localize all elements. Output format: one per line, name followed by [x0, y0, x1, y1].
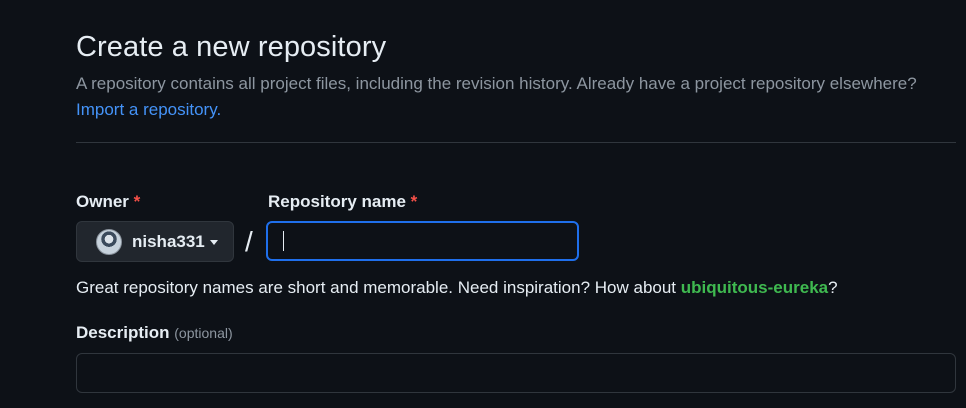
owner-required-marker: * — [133, 192, 141, 211]
owner-label-text: Owner — [76, 192, 129, 211]
user-avatar-icon — [96, 228, 122, 255]
name-suggestion-hint: Great repository names are short and mem… — [76, 278, 838, 298]
create-repository-page: Create a new repository A repository con… — [0, 0, 966, 408]
owner-name: nisha331 — [132, 231, 205, 251]
repository-name-required-marker: * — [410, 192, 418, 211]
repository-name-label: Repository name * — [268, 192, 417, 212]
repository-name-label-text: Repository name — [268, 192, 406, 211]
caret-down-icon — [209, 240, 218, 245]
description-label: Description (optional) — [76, 323, 233, 343]
description-input[interactable] — [76, 353, 956, 393]
hint-text: Great repository names are short and mem… — [76, 278, 681, 297]
import-repository-link[interactable]: Import a repository. — [76, 100, 221, 120]
suggested-name-link[interactable]: ubiquitous-eureka — [681, 278, 828, 297]
page-title: Create a new repository — [76, 31, 387, 63]
description-label-text: Description — [76, 323, 170, 342]
owner-label: Owner * — [76, 192, 140, 212]
owner-dropdown-button[interactable]: nisha331 — [76, 221, 234, 262]
page-subtitle: A repository contains all project files,… — [76, 74, 917, 93]
repository-name-input[interactable] — [266, 221, 579, 261]
owner-repo-separator: / — [245, 226, 253, 257]
divider — [76, 142, 956, 143]
description-optional-text: (optional) — [174, 325, 233, 341]
text-cursor — [283, 231, 284, 251]
hint-suffix: ? — [828, 278, 838, 297]
